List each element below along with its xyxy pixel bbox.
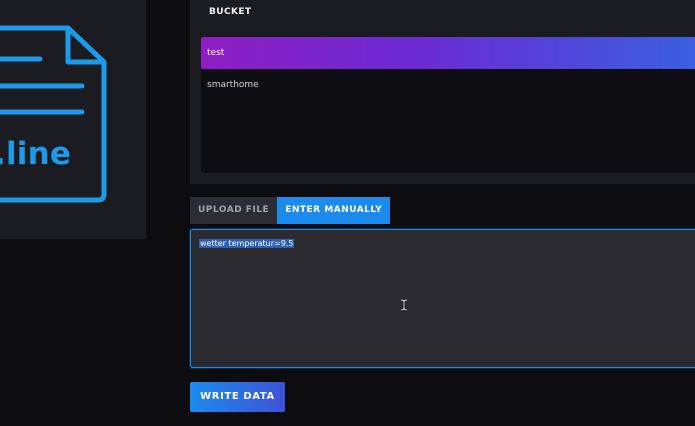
- tab-enter-manually[interactable]: ENTER MANUALLY: [277, 197, 391, 224]
- input-mode-tabs: UPLOAD FILE ENTER MANUALLY: [190, 197, 391, 224]
- illustration-label: .line: [0, 136, 72, 172]
- line-protocol-illustration: .line: [0, 0, 146, 239]
- bucket-item-smarthome[interactable]: smarthome: [201, 69, 695, 101]
- write-data-button[interactable]: WRITE DATA: [190, 382, 285, 412]
- bucket-list: test smarthome: [201, 37, 695, 173]
- textarea-value: wetter temperatur=9.5: [199, 239, 295, 248]
- write-data-page: .line BUCKET test smarthome UPLOAD FILE …: [0, 0, 695, 426]
- text-cursor-icon: [400, 299, 408, 311]
- tab-upload-file[interactable]: UPLOAD FILE: [190, 197, 278, 224]
- document-icon: [0, 25, 107, 203]
- selected-text: wetter temperatur=9.5: [199, 239, 295, 248]
- bucket-item-test[interactable]: test: [201, 37, 695, 69]
- bucket-panel: BUCKET test smarthome: [190, 0, 695, 184]
- bucket-title: BUCKET: [209, 7, 252, 17]
- bucket-item-label: smarthome: [207, 80, 259, 90]
- line-protocol-textarea[interactable]: wetter temperatur=9.5: [190, 229, 695, 368]
- bucket-item-label: test: [207, 48, 225, 58]
